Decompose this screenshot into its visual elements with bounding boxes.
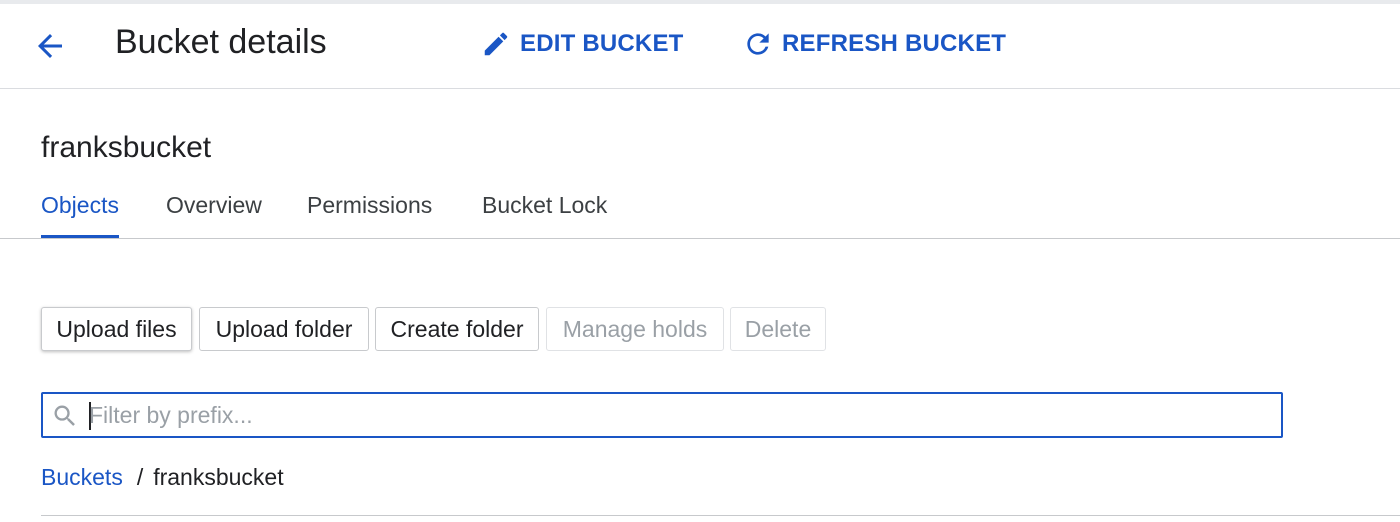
tab-permissions[interactable]: Permissions <box>307 183 432 235</box>
arrow-left-icon <box>38 34 62 58</box>
refresh-bucket-label: REFRESH BUCKET <box>782 30 1007 57</box>
bucket-name: franksbucket <box>41 131 212 164</box>
delete-button: Delete <box>730 307 826 351</box>
refresh-bucket-button[interactable]: REFRESH BUCKET <box>742 24 1006 64</box>
breadcrumb: Buckets / franksbucket <box>41 462 284 492</box>
breadcrumb-current: franksbucket <box>153 464 284 490</box>
filter-input[interactable] <box>89 398 1269 432</box>
divider <box>41 515 1400 516</box>
search-icon <box>54 405 75 426</box>
page-header: Bucket details EDIT BUCKET REFRESH BUCKE… <box>0 4 1400 89</box>
upload-folder-button[interactable]: Upload folder <box>199 307 369 351</box>
manage-holds-button: Manage holds <box>546 307 724 351</box>
breadcrumb-buckets-link[interactable]: Buckets <box>41 462 123 492</box>
edit-bucket-label: EDIT BUCKET <box>520 30 684 57</box>
pencil-icon <box>480 28 512 60</box>
breadcrumb-separator: / <box>136 464 144 490</box>
upload-files-button[interactable]: Upload files <box>41 307 192 351</box>
tab-bucket-lock[interactable]: Bucket Lock <box>482 183 607 235</box>
page-title: Bucket details <box>115 23 327 61</box>
create-folder-button[interactable]: Create folder <box>375 307 539 351</box>
edit-bucket-button[interactable]: EDIT BUCKET <box>480 24 684 64</box>
tab-objects[interactable]: Objects <box>41 183 119 238</box>
tab-bar: Objects Overview Permissions Bucket Lock <box>0 183 1400 239</box>
filter-box[interactable] <box>41 392 1283 438</box>
tab-overview[interactable]: Overview <box>166 183 262 235</box>
back-button[interactable] <box>28 26 72 66</box>
refresh-icon <box>742 28 774 60</box>
